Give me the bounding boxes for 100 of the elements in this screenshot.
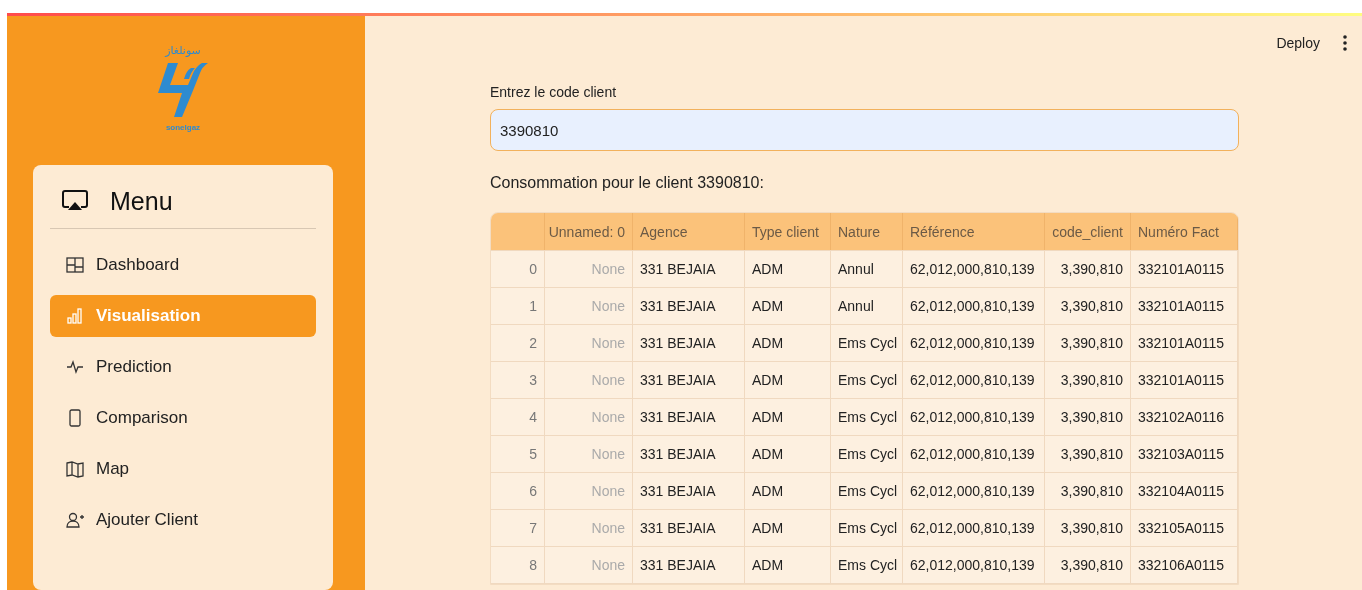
deploy-button[interactable]: Deploy: [1276, 34, 1320, 51]
table-cell: 3,390,810: [1045, 473, 1131, 509]
table-cell: 332101A0115: [1131, 288, 1238, 324]
table-cell: ADM: [745, 325, 831, 361]
column-header[interactable]: Numéro Fact: [1131, 213, 1238, 250]
table-cell: None: [545, 325, 633, 361]
layout-icon: [66, 256, 84, 274]
map-icon: [66, 460, 84, 478]
table-cell: Ems Cycl: [831, 510, 903, 546]
table-cell: 332101A0115: [1131, 362, 1238, 398]
table-cell: 332102A0116: [1131, 399, 1238, 435]
cast-icon: [62, 190, 88, 212]
table-cell: 3,390,810: [1045, 399, 1131, 435]
table-cell: ADM: [745, 362, 831, 398]
table-cell: 331 BEJAIA: [633, 399, 745, 435]
table-cell: 62,012,000,810,139: [903, 288, 1045, 324]
row-index: 7: [491, 510, 545, 546]
table-cell: 332104A0115: [1131, 473, 1238, 509]
column-header[interactable]: code_client: [1045, 213, 1131, 250]
table-cell: 62,012,000,810,139: [903, 510, 1045, 546]
table-cell: Annul: [831, 251, 903, 287]
table-cell: None: [545, 510, 633, 546]
table-cell: ADM: [745, 510, 831, 546]
table-cell: 331 BEJAIA: [633, 288, 745, 324]
bar-chart-icon: [66, 307, 84, 325]
table-cell: 331 BEJAIA: [633, 362, 745, 398]
column-header[interactable]: Nature: [831, 213, 903, 250]
row-index: 2: [491, 325, 545, 361]
table-cell: ADM: [745, 251, 831, 287]
table-cell: Ems Cycl: [831, 362, 903, 398]
row-index: 4: [491, 399, 545, 435]
column-header[interactable]: Référence: [903, 213, 1045, 250]
table-cell: 331 BEJAIA: [633, 325, 745, 361]
table-cell: 332101A0115: [1131, 251, 1238, 287]
table-cell: 331 BEJAIA: [633, 473, 745, 509]
table-cell: None: [545, 547, 633, 583]
table-cell: 331 BEJAIA: [633, 251, 745, 287]
column-header[interactable]: Unnamed: 0: [545, 213, 633, 250]
table-cell: None: [545, 362, 633, 398]
table-cell: 332103A0115: [1131, 436, 1238, 472]
column-header[interactable]: Agence: [633, 213, 745, 250]
table-cell: 62,012,000,810,139: [903, 399, 1045, 435]
row-index: 6: [491, 473, 545, 509]
more-options-icon[interactable]: [1342, 34, 1348, 51]
table-cell: ADM: [745, 473, 831, 509]
menu-item[interactable]: Dashboard: [50, 244, 316, 286]
table-cell: ADM: [745, 547, 831, 583]
table-cell: None: [545, 473, 633, 509]
logo-text: sonelgaz: [165, 123, 201, 132]
table-cell: 3,390,810: [1045, 362, 1131, 398]
menu-item[interactable]: Map: [50, 448, 316, 490]
logo-arabic-text: سونلغاز: [165, 44, 201, 58]
table-cell: ADM: [745, 288, 831, 324]
menu-item[interactable]: Comparison: [50, 397, 316, 439]
table-cell: Ems Cycl: [831, 473, 903, 509]
row-index: 0: [491, 251, 545, 287]
row-index: 1: [491, 288, 545, 324]
table-cell: 62,012,000,810,139: [903, 547, 1045, 583]
column-header[interactable]: Type client: [745, 213, 831, 250]
pulse-icon: [66, 358, 84, 376]
table-cell: 3,390,810: [1045, 288, 1131, 324]
field-label: Entrez le code client: [490, 84, 617, 100]
table-cell: Ems Cycl: [831, 325, 903, 361]
table-cell: 3,390,810: [1045, 436, 1131, 472]
table-cell: 332106A0115: [1131, 547, 1238, 583]
table-cell: 3,390,810: [1045, 325, 1131, 361]
table-cell: None: [545, 251, 633, 287]
table-cell: 331 BEJAIA: [633, 547, 745, 583]
menu-item[interactable]: Prediction: [50, 346, 316, 388]
table-cell: Ems Cycl: [831, 436, 903, 472]
table-cell: Ems Cycl: [831, 547, 903, 583]
table-cell: 331 BEJAIA: [633, 510, 745, 546]
row-index: 8: [491, 547, 545, 583]
table-cell: 3,390,810: [1045, 251, 1131, 287]
logo-icon: [158, 63, 208, 117]
table-cell: 332105A0115: [1131, 510, 1238, 546]
table-cell: 62,012,000,810,139: [903, 436, 1045, 472]
table-cell: ADM: [745, 436, 831, 472]
table-cell: 3,390,810: [1045, 547, 1131, 583]
table-cell: None: [545, 288, 633, 324]
table-cell: None: [545, 399, 633, 435]
table-cell: 332101A0115: [1131, 325, 1238, 361]
table-cell: Annul: [831, 288, 903, 324]
menu-item[interactable]: Visualisation: [50, 295, 316, 337]
rectangle-icon: [66, 409, 84, 427]
table-cell: 62,012,000,810,139: [903, 362, 1045, 398]
menu-item[interactable]: Ajouter Client: [50, 499, 316, 541]
table-cell: Ems Cycl: [831, 399, 903, 435]
add-user-icon: [66, 511, 84, 529]
table-cell: 62,012,000,810,139: [903, 251, 1045, 287]
caption-text: Consommation pour le client 3390810:: [490, 174, 764, 192]
table-cell: 62,012,000,810,139: [903, 325, 1045, 361]
menu-title: Menu: [110, 186, 173, 216]
client-code-field[interactable]: 3390810: [490, 109, 1239, 151]
table-cell: 3,390,810: [1045, 510, 1131, 546]
table-cell: None: [545, 436, 633, 472]
row-index: 5: [491, 436, 545, 472]
row-index: 3: [491, 362, 545, 398]
table-cell: ADM: [745, 399, 831, 435]
table-cell: 331 BEJAIA: [633, 436, 745, 472]
